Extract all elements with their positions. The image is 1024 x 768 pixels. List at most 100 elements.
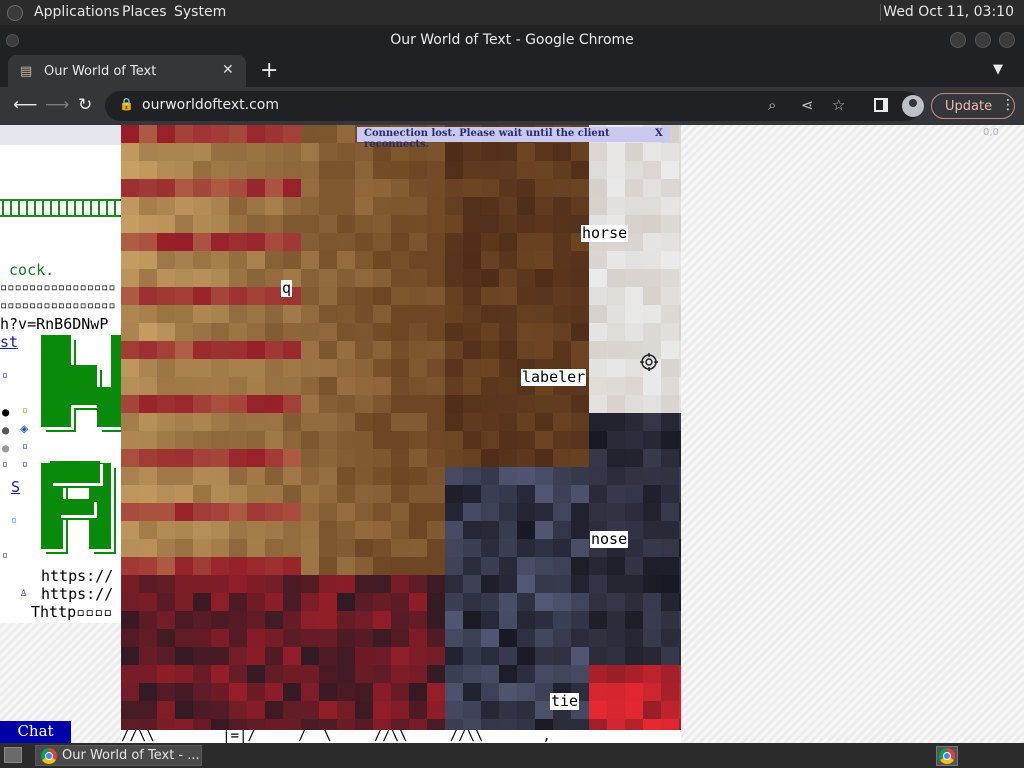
image-pixel [247, 701, 265, 719]
image-pixel [337, 323, 355, 341]
chat-button[interactable]: Chat [0, 721, 71, 743]
reload-icon[interactable]: ↻ [78, 95, 92, 115]
profile-avatar-icon[interactable] [902, 95, 924, 117]
image-pixel [625, 323, 643, 341]
page-canvas[interactable]: 0,0 cock. ▫▫▫▫▫▫▫▫▫▫▫▫▫▫▫▫ ▫▫▫▫▫▫▫▫▫▫▫▫▫… [0, 125, 1024, 743]
image-pixel [643, 611, 661, 629]
minimize-icon[interactable] [950, 32, 966, 48]
tray-chrome-button[interactable] [936, 746, 958, 766]
image-pixel [229, 197, 247, 215]
text-link-3[interactable]: Thttp▫▫▫▫ [31, 603, 112, 621]
image-pixel [229, 665, 247, 683]
image-pixel [247, 323, 265, 341]
image-pixel [409, 179, 427, 197]
link-st[interactable]: st [0, 333, 18, 351]
image-pixel [589, 377, 607, 395]
image-pixel [571, 467, 589, 485]
image-pixel [517, 341, 535, 359]
image-pixel [337, 521, 355, 539]
image-pixel [463, 215, 481, 233]
image-pixel [193, 521, 211, 539]
show-desktop-icon[interactable] [4, 747, 22, 763]
image-pixel [499, 251, 517, 269]
bookmark-star-icon[interactable]: ☆ [832, 96, 845, 114]
image-pixel [175, 629, 193, 647]
share-icon[interactable]: ⋖ [801, 96, 814, 114]
url-text[interactable]: ourworldoftext.com [142, 97, 279, 113]
tab-label: Our World of Text [44, 64, 157, 79]
image-pixel [535, 233, 553, 251]
image-pixel [661, 215, 679, 233]
image-pixel [355, 449, 373, 467]
image-pixel [589, 575, 607, 593]
image-pixel [139, 629, 157, 647]
search-icon[interactable]: ⌕ [768, 96, 776, 114]
update-button[interactable]: Update ⋮ [931, 93, 1015, 119]
image-pixel [193, 377, 211, 395]
image-pixel [283, 521, 301, 539]
window-titlebar[interactable]: Our World of Text - Google Chrome [0, 25, 1024, 55]
image-pixel [283, 503, 301, 521]
forward-arrow-icon[interactable]: ⟶ [45, 95, 69, 115]
image-pixel [157, 521, 175, 539]
image-pixel [355, 701, 373, 719]
image-pixel [337, 557, 355, 575]
image-pixel [355, 521, 373, 539]
image-pixel [121, 413, 139, 431]
close-window-icon[interactable] [999, 32, 1015, 48]
address-bar[interactable]: 🔒 ourworldoftext.com ⌕ ⋖ ☆ [105, 91, 921, 121]
maximize-icon[interactable] [975, 32, 991, 48]
image-pixel [463, 377, 481, 395]
distro-logo-icon[interactable] [7, 5, 23, 21]
image-pixel [553, 467, 571, 485]
lock-icon[interactable]: 🔒 [119, 97, 134, 111]
image-pixel [553, 557, 571, 575]
back-arrow-icon[interactable]: ⟵ [13, 95, 37, 115]
image-pixel [535, 629, 553, 647]
top-panel: Applications Places System Wed Oct 11, 0… [0, 0, 1024, 25]
image-pixel [373, 467, 391, 485]
side-panel-icon[interactable] [874, 98, 888, 112]
bullet-dot-icon: ● [2, 423, 10, 437]
image-pixel [121, 575, 139, 593]
image-pixel [571, 557, 589, 575]
image-pixel [265, 359, 283, 377]
kebab-menu-icon[interactable]: ⋮ [1001, 97, 1015, 113]
tab-search-chevron-icon[interactable]: ▼ [993, 62, 1003, 77]
image-pixel [481, 683, 499, 701]
close-tab-icon[interactable]: ✕ [222, 62, 234, 78]
image-pixel [229, 395, 247, 413]
image-pixel [229, 323, 247, 341]
image-pixel [391, 701, 409, 719]
image-pixel [139, 719, 157, 730]
text-link-2[interactable]: https:// [41, 585, 113, 603]
image-pixel [589, 359, 607, 377]
image-pixel [373, 539, 391, 557]
image-pixel [283, 323, 301, 341]
applications-menu[interactable]: Applications [34, 4, 120, 20]
new-tab-button[interactable]: + [260, 58, 278, 83]
image-pixel [643, 233, 661, 251]
image-pixel [283, 161, 301, 179]
close-banner-button[interactable]: X [655, 128, 663, 139]
text-wall-left[interactable]: cock. ▫▫▫▫▫▫▫▫▫▫▫▫▫▫▫▫ ▫▫▫▫▫▫▫▫▫▫▫▫▫▫▫▫ … [0, 125, 122, 623]
image-pixel [553, 449, 571, 467]
image-pixel [247, 575, 265, 593]
image-pixel [463, 359, 481, 377]
places-menu[interactable]: Places [122, 4, 167, 20]
image-pixel [283, 539, 301, 557]
image-pixel [265, 683, 283, 701]
text-link-1[interactable]: https:// [41, 567, 113, 585]
clock[interactable]: Wed Oct 11, 03:10 [883, 4, 1014, 20]
image-pixel [481, 269, 499, 287]
image-pixel [319, 521, 337, 539]
tab-our-world-of-text[interactable]: ▤ Our World of Text ✕ [8, 55, 246, 87]
image-pixel [211, 161, 229, 179]
image-pixel [499, 359, 517, 377]
image-pixel [337, 539, 355, 557]
image-pixel [463, 521, 481, 539]
system-menu[interactable]: System [174, 4, 226, 20]
link-s[interactable]: S [11, 478, 20, 496]
taskbar-window-button[interactable]: Our World of Text - ... [35, 745, 202, 766]
image-pixel [679, 197, 681, 215]
